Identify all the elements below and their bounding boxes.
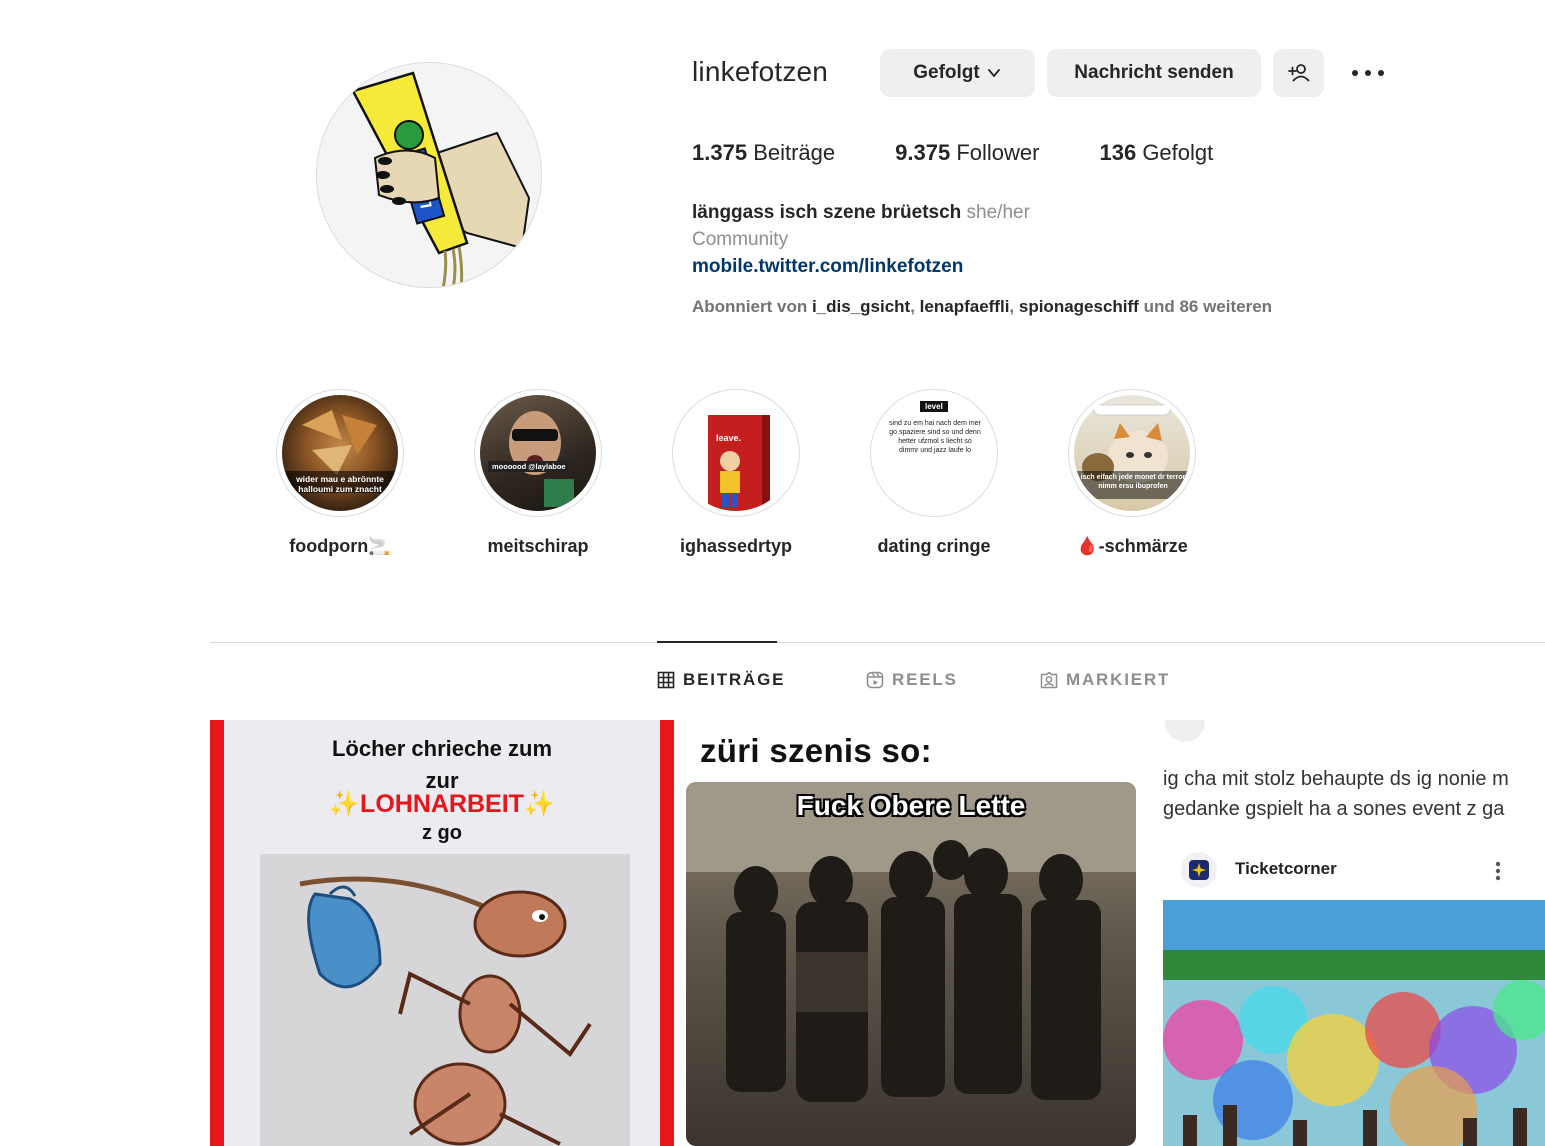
post-photo: Fuck Obere Lette bbox=[686, 782, 1136, 1146]
highlight-label: 🩸-schmärze bbox=[1076, 536, 1188, 556]
highlight-foodporn[interactable]: wider mau e abrönnte halloumi zum znacht… bbox=[276, 389, 404, 557]
posts-label: Beiträge bbox=[753, 140, 836, 165]
posts-count: 1.375 bbox=[692, 140, 748, 165]
post-lohnarbeit[interactable]: Löcher chrieche zum zur ✨LOHNARBEIT✨ z g… bbox=[210, 720, 674, 1146]
following-count: 136 bbox=[1099, 140, 1137, 165]
profile-username: linkefotzen bbox=[692, 56, 829, 87]
ticketcorner-more-icon[interactable] bbox=[1493, 860, 1503, 887]
highlight-label: ighassedrtyp bbox=[679, 536, 793, 556]
highlight-label: dating cringe bbox=[877, 536, 991, 556]
ticketcorner-star-icon bbox=[1189, 860, 1209, 880]
highlight-ighassedrtyp[interactable]: leave. ighassedrtyp bbox=[672, 389, 800, 557]
post-red-border-left bbox=[210, 720, 224, 1146]
post-ticketcorner[interactable]: ig cha mit stolz behaupte ds ig nonie m … bbox=[1163, 720, 1545, 1146]
highlight-ring: isch eifach jede monet dr terror nimm er… bbox=[1068, 389, 1196, 517]
reels-icon bbox=[866, 671, 884, 689]
post-heading: züri szenis so: bbox=[700, 732, 932, 769]
highlight-schmaerze[interactable]: isch eifach jede monet dr terror nimm er… bbox=[1068, 389, 1196, 557]
profile-bio: länggass isch szene brüetsch she/her Com… bbox=[692, 199, 1030, 280]
profile-display-name: länggass isch szene brüetsch bbox=[692, 202, 962, 223]
highlight-caption: sind zu em hai nach dem mer go spaziere … bbox=[889, 420, 981, 454]
highlight-cover: moooood @laylaboe bbox=[480, 395, 596, 511]
highlight-label: foodporn🚬 bbox=[289, 536, 391, 556]
highlight-caption: moooood @laylaboe bbox=[488, 461, 570, 472]
chevron-down-icon bbox=[987, 69, 1000, 77]
following-button[interactable]: Gefolgt bbox=[880, 49, 1035, 97]
festival-photo bbox=[1163, 900, 1545, 1146]
highlight-cover: level sind zu em hai nach dem mer go spa… bbox=[876, 395, 992, 511]
followed-by-prefix: Abonniert von bbox=[692, 297, 808, 316]
highlight-label: meitschirap bbox=[487, 536, 589, 556]
followers-count: 9.375 bbox=[895, 140, 951, 165]
highlight-dating-cringe[interactable]: level sind zu em hai nach dem mer go spa… bbox=[870, 389, 998, 557]
ticketcorner-title: Ticketcorner bbox=[1235, 859, 1337, 878]
post-text-line: z go bbox=[422, 822, 462, 844]
followed-by-suffix: und 86 weiteren bbox=[1143, 297, 1273, 316]
highlight-ring: moooood @laylaboe bbox=[474, 389, 602, 517]
highlight-badge: level bbox=[920, 401, 948, 412]
followed-by-line[interactable]: Abonniert von i_dis_gsicht, lenapfaeffli… bbox=[692, 297, 1272, 317]
post-avatar-partial bbox=[1165, 720, 1205, 742]
highlight-caption: wider mau e abrönnte halloumi zum znacht bbox=[296, 474, 384, 494]
more-icon bbox=[1352, 70, 1384, 76]
post-text-block: ig cha mit stolz behaupte ds ig nonie m … bbox=[1163, 764, 1509, 824]
send-message-button[interactable]: Nachricht senden bbox=[1047, 49, 1261, 97]
post-ant-illustration bbox=[260, 854, 630, 1146]
post-text-line: ig cha mit stolz behaupte ds ig nonie m bbox=[1163, 768, 1509, 790]
highlight-cover: leave. bbox=[678, 395, 794, 511]
highlight-meitschirap[interactable]: moooood @laylaboe meitschirap bbox=[474, 389, 602, 557]
highlight-caption: isch eifach jede monet dr terror nimm er… bbox=[1080, 474, 1186, 490]
active-tab-indicator bbox=[657, 641, 777, 643]
profile-category: Community bbox=[692, 229, 789, 250]
followed-by-user[interactable]: i_dis_gsicht bbox=[812, 297, 910, 316]
post-zueri-szenis[interactable]: züri szenis so: Fuck Obere Lette bbox=[686, 720, 1151, 1146]
tabs-divider bbox=[210, 642, 1545, 643]
highlight-ring: leave. bbox=[672, 389, 800, 517]
highlight-ring: wider mau e abrönnte halloumi zum znacht bbox=[276, 389, 404, 517]
tab-reels[interactable]: REELS bbox=[866, 670, 958, 690]
grid-icon bbox=[657, 671, 675, 689]
post-highlight-text: ✨LOHNARBEIT✨ bbox=[328, 790, 556, 818]
highlight-ring: level sind zu em hai nach dem mer go spa… bbox=[870, 389, 998, 517]
profile-external-link[interactable]: mobile.twitter.com/linkefotzen bbox=[692, 253, 1030, 280]
avatar-illustration: LF3 bbox=[317, 63, 541, 287]
followers-label: Follower bbox=[956, 140, 1040, 165]
profile-stats: 1.375 Beiträge 9.375 Follower 136 Gefolg… bbox=[692, 140, 1273, 166]
tab-reels-label: REELS bbox=[892, 670, 958, 689]
highlight-caption: leave. bbox=[716, 433, 742, 443]
profile-pronouns: she/her bbox=[966, 202, 1030, 223]
tab-posts[interactable]: BEITRÄGE bbox=[657, 670, 785, 690]
ticketcorner-logo bbox=[1181, 852, 1217, 888]
tab-tagged[interactable]: MARKIERT bbox=[1040, 670, 1170, 690]
post-caption-top: Fuck Obere Lette bbox=[796, 790, 1026, 821]
post-text-line: Löcher chrieche zum bbox=[331, 736, 553, 761]
tab-posts-label: BEITRÄGE bbox=[683, 670, 786, 689]
followed-by-user[interactable]: lenapfaeffli bbox=[920, 297, 1010, 316]
followers-stat[interactable]: 9.375 Follower bbox=[895, 140, 1039, 166]
post-text-line: gedanke gspielt ha a sones event z ga bbox=[1163, 798, 1505, 820]
following-label: Gefolgt bbox=[1142, 140, 1214, 165]
post-cut-text bbox=[224, 720, 660, 724]
add-user-icon bbox=[1287, 64, 1310, 82]
post-red-border-right bbox=[660, 720, 674, 1146]
more-options-button[interactable] bbox=[1348, 58, 1388, 88]
followed-by-user[interactable]: spionageschiff bbox=[1019, 297, 1139, 316]
highlight-cover: isch eifach jede monet dr terror nimm er… bbox=[1074, 395, 1190, 511]
profile-avatar[interactable]: LF3 bbox=[316, 62, 542, 288]
posts-stat: 1.375 Beiträge bbox=[692, 140, 835, 166]
following-button-label: Gefolgt bbox=[913, 62, 980, 83]
tagged-icon bbox=[1040, 671, 1058, 689]
tab-tagged-label: MARKIERT bbox=[1066, 670, 1171, 689]
highlight-cover: wider mau e abrönnte halloumi zum znacht bbox=[282, 395, 398, 511]
following-stat[interactable]: 136 Gefolgt bbox=[1099, 140, 1213, 166]
suggested-users-button[interactable] bbox=[1273, 49, 1324, 97]
